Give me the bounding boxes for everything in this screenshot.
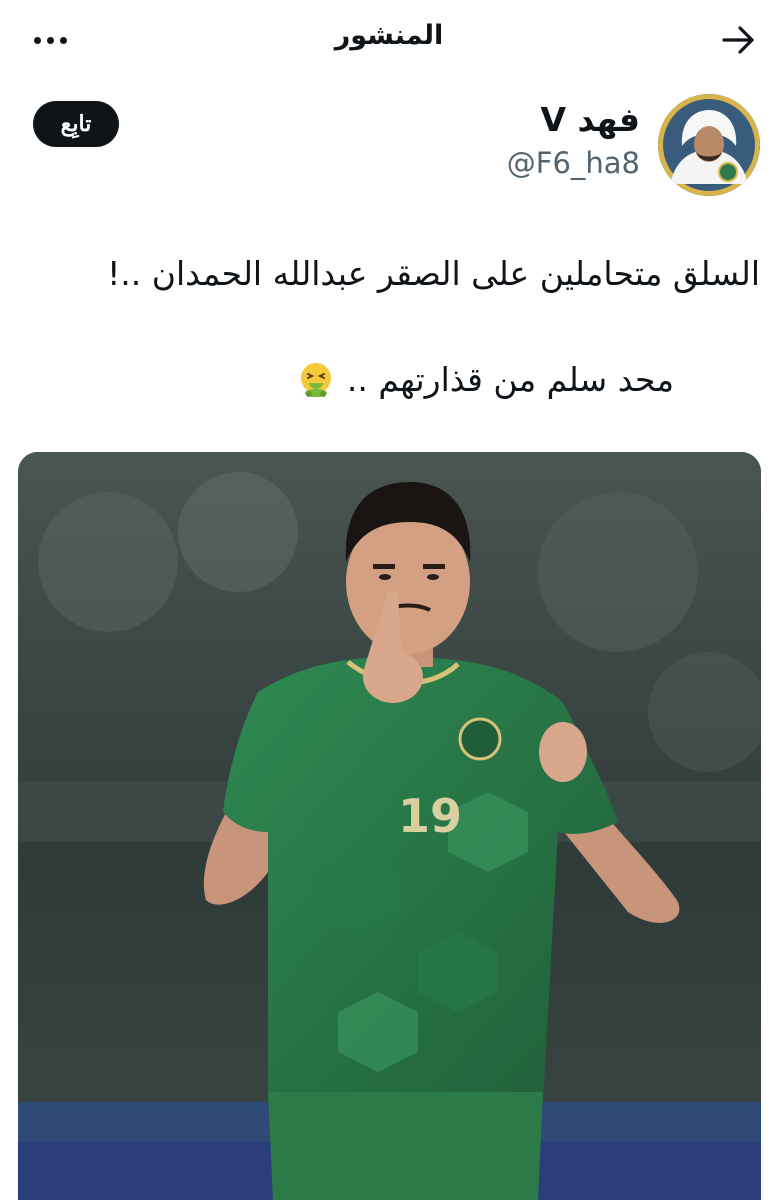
post-text-line-1: السلق متحاملين على الصقر عبدالله الحمدان…	[107, 254, 760, 293]
top-bar: المنشور	[0, 0, 778, 80]
post-text-line-2-text: محد سلم من قذارتهم ..	[346, 360, 674, 399]
post-image[interactable]: 19	[18, 452, 761, 1200]
avatar[interactable]	[658, 94, 760, 196]
page-title: المنشور	[334, 20, 444, 51]
author-handle[interactable]: @F6_ha8	[507, 146, 640, 180]
post-text-line-2: محد سلم من قذارتهم ..	[297, 360, 674, 399]
author-name[interactable]: فهد V	[541, 100, 641, 139]
svg-text:19: 19	[398, 789, 462, 843]
vomiting-face-icon	[300, 362, 331, 397]
back-arrow-icon[interactable]	[716, 20, 760, 60]
follow-button[interactable]: تابِع	[33, 101, 119, 147]
